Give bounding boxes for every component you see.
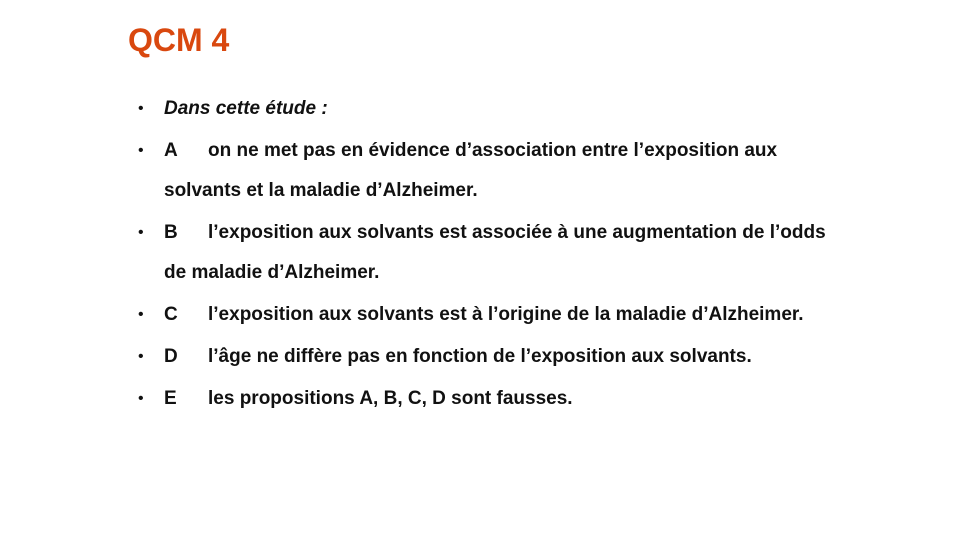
option-letter: E (164, 388, 177, 409)
slide: QCM 4 • Dans cette étude : • Aon ne met … (0, 0, 960, 540)
option-e: • Eles propositions A, B, C, D sont faus… (138, 379, 838, 419)
bullet-icon: • (138, 390, 144, 407)
list-item-intro: • Dans cette étude : (138, 89, 838, 129)
option-d: • Dl’âge ne diffère pas en fonction de l… (138, 337, 838, 377)
option-text: l’exposition aux solvants est associée à… (164, 222, 826, 283)
bullet-icon: • (138, 348, 144, 365)
question-list: • Dans cette étude : • Aon ne met pas en… (138, 89, 838, 421)
bullet-icon: • (138, 142, 144, 159)
option-text: l’exposition aux solvants est à l’origin… (208, 304, 804, 325)
option-letter: A (164, 140, 178, 161)
option-b: • Bl’exposition aux solvants est associé… (138, 213, 838, 293)
option-a: • Aon ne met pas en évidence d’associati… (138, 131, 838, 211)
option-text: les propositions A, B, C, D sont fausses… (208, 388, 573, 409)
bullet-icon: • (138, 100, 144, 117)
bullet-icon: • (138, 224, 144, 241)
option-letter: B (164, 222, 178, 243)
option-letter: C (164, 304, 178, 325)
intro-text: Dans cette étude : (164, 98, 328, 119)
option-c: • Cl’exposition aux solvants est à l’ori… (138, 295, 838, 335)
option-letter: D (164, 346, 178, 367)
option-text: on ne met pas en évidence d’association … (164, 140, 778, 201)
option-text: l’âge ne diffère pas en fonction de l’ex… (208, 346, 752, 367)
slide-title: QCM 4 (128, 22, 230, 58)
bullet-icon: • (138, 306, 144, 323)
